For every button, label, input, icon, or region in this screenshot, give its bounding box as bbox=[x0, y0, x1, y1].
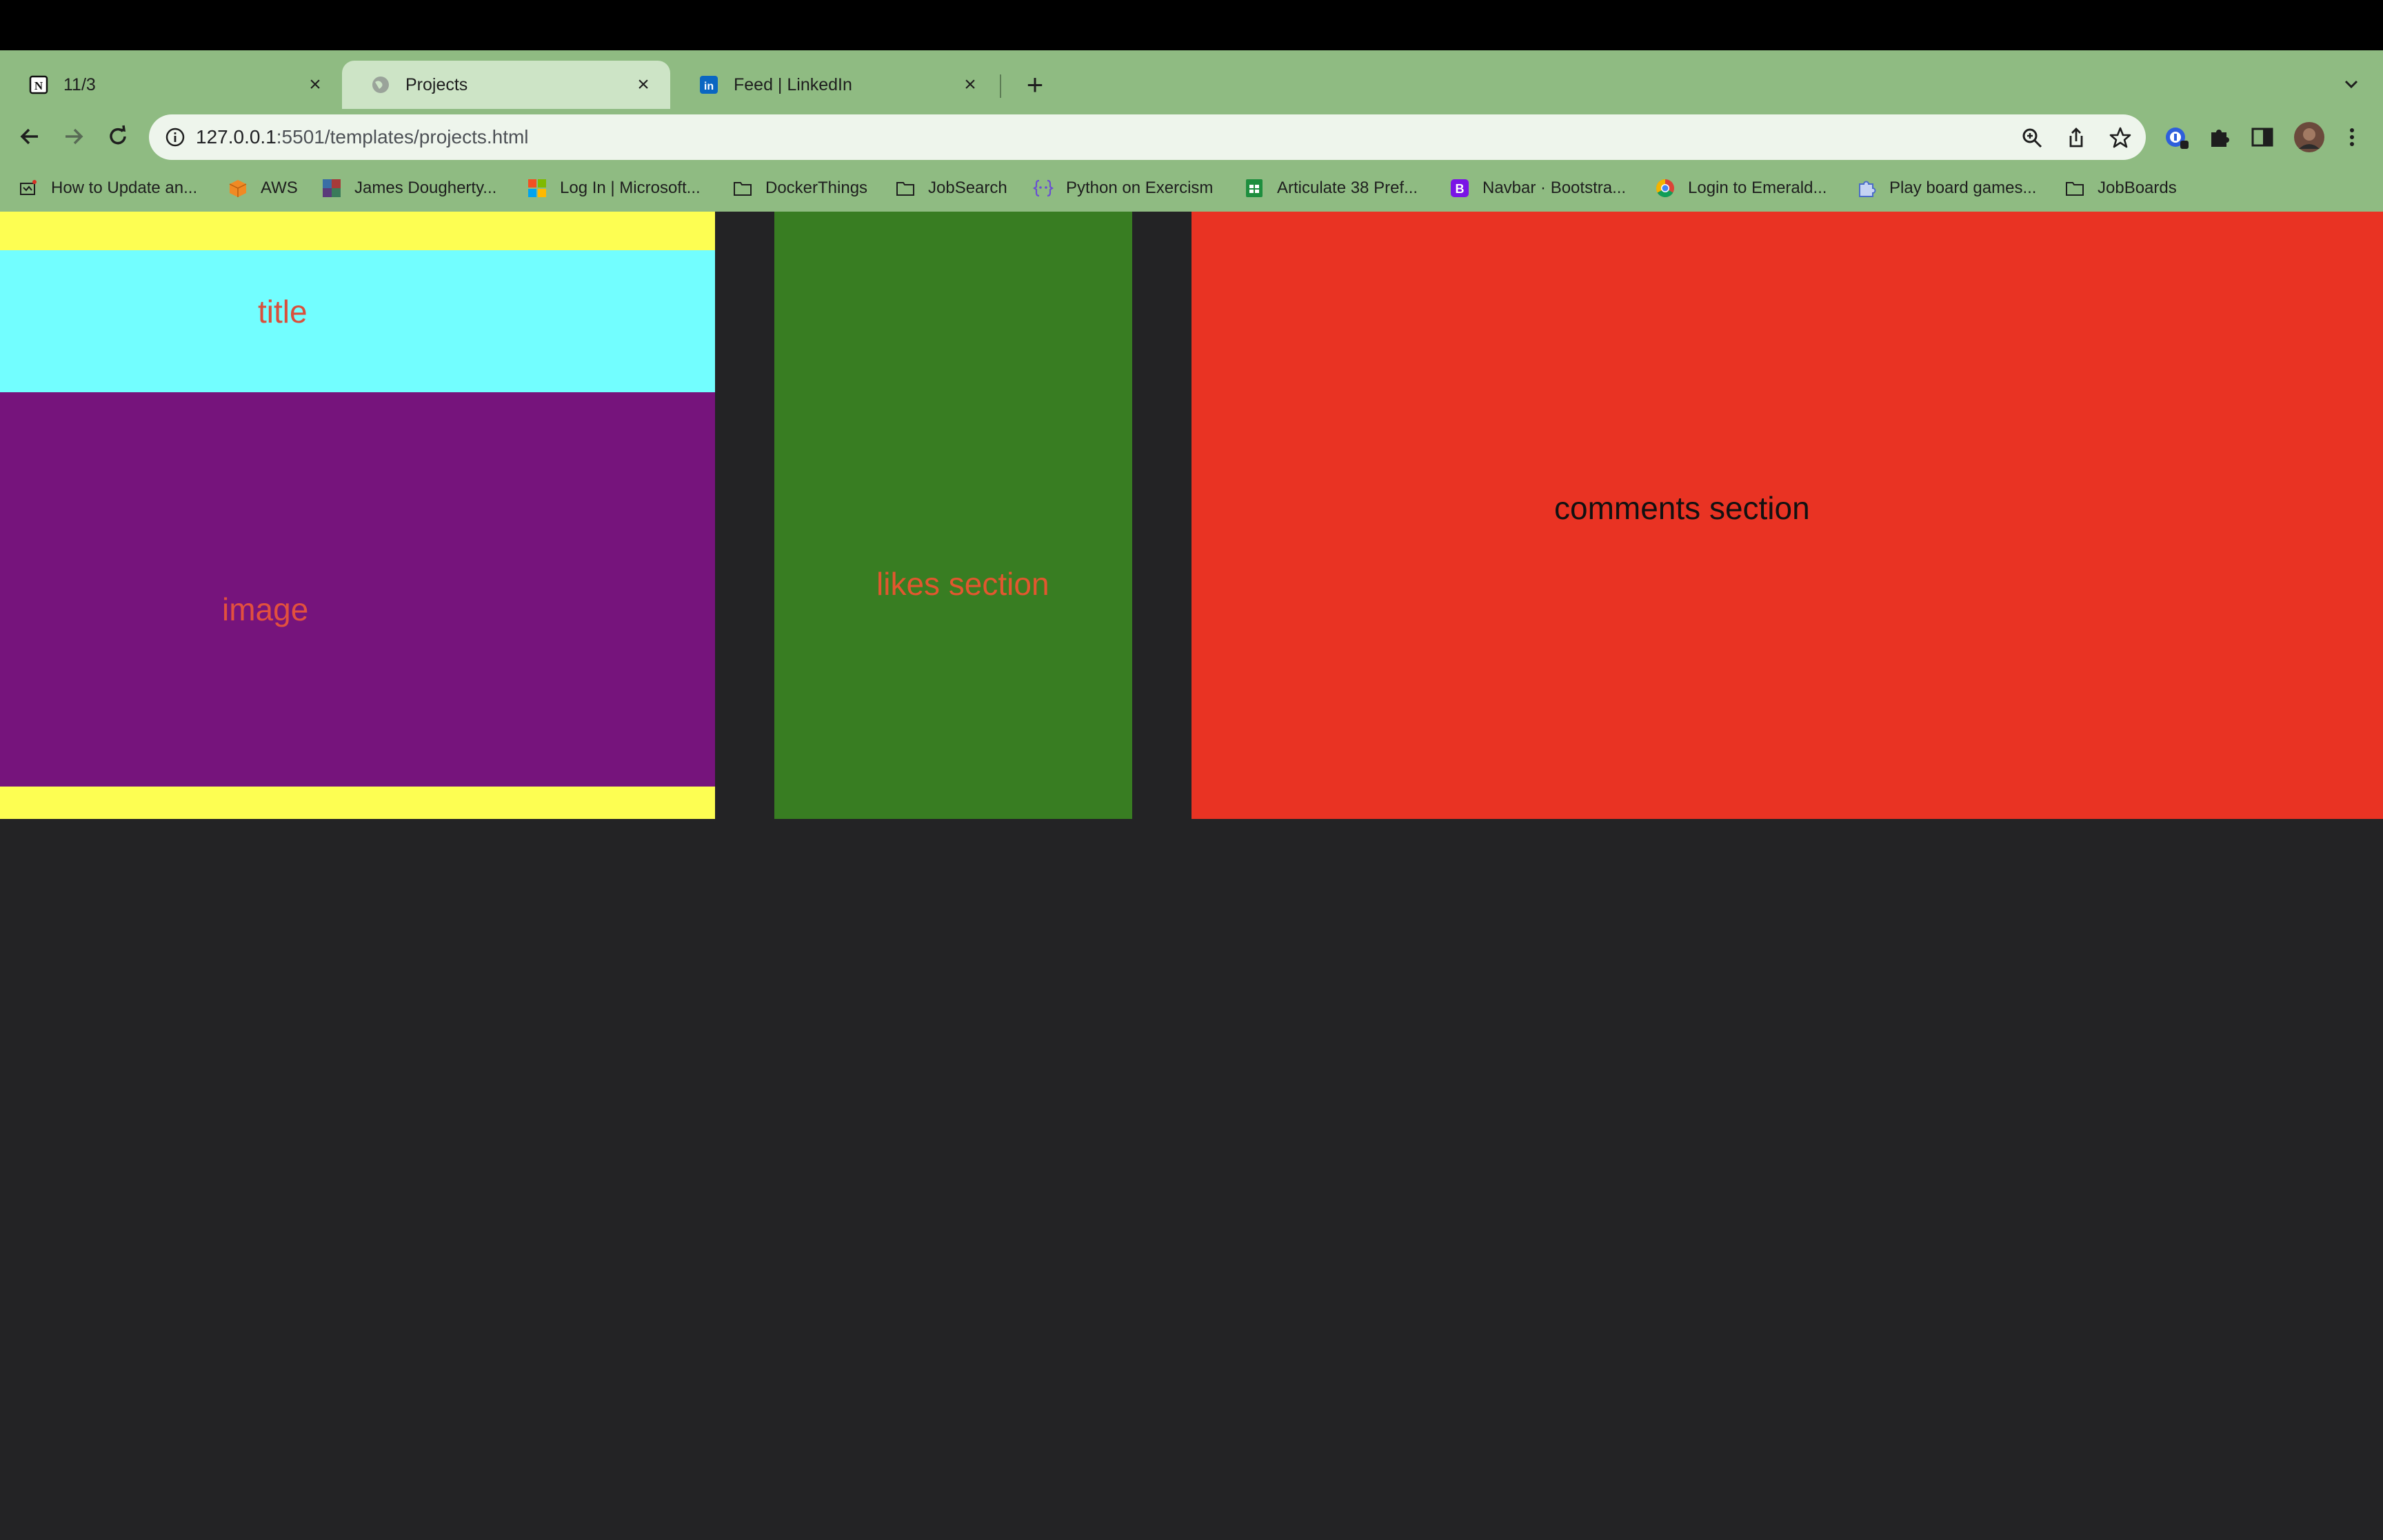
bookmark-label: James Dougherty... bbox=[354, 179, 497, 197]
bookmark-item[interactable]: Articulate 38 Pref... bbox=[1244, 174, 1418, 203]
sheets-icon bbox=[1244, 178, 1265, 199]
likes-label: likes section bbox=[876, 566, 1049, 602]
globe-icon bbox=[370, 74, 392, 96]
image-label: image bbox=[222, 591, 309, 627]
image-section: image bbox=[0, 392, 715, 787]
bookmark-page-icon bbox=[18, 178, 39, 199]
more-menu-icon[interactable] bbox=[2339, 124, 2365, 150]
project-card: title image bbox=[0, 212, 715, 819]
bookmark-folder[interactable]: DockerThings bbox=[732, 174, 867, 203]
bookmark-label: Login to Emerald... bbox=[1688, 179, 1827, 197]
comments-label: comments section bbox=[1554, 490, 1810, 526]
bookmark-item[interactable]: Login to Emerald... bbox=[1655, 174, 1827, 203]
bookmark-label: DockerThings bbox=[765, 179, 868, 197]
puzzle-piece-icon bbox=[1856, 178, 1877, 199]
title-label: title bbox=[258, 294, 308, 330]
folder-icon bbox=[2064, 178, 2085, 199]
notion-icon: N bbox=[28, 74, 50, 96]
url-path: :5501/templates/projects.html bbox=[276, 126, 529, 148]
likes-section: likes section bbox=[774, 212, 1132, 819]
close-icon[interactable]: × bbox=[305, 74, 325, 95]
reload-icon bbox=[110, 125, 126, 145]
bookmark-item[interactable]: James Dougherty... bbox=[321, 174, 496, 203]
folder-icon bbox=[895, 178, 916, 199]
puzzle-piece-icon[interactable] bbox=[2206, 124, 2233, 150]
info-icon[interactable] bbox=[164, 126, 186, 148]
microsoft-icon bbox=[527, 178, 547, 199]
url-host: 127.0.0.1 bbox=[196, 126, 276, 148]
bookmark-label: Navbar · Bootstra... bbox=[1482, 179, 1627, 197]
zoom-icon[interactable] bbox=[2020, 126, 2044, 150]
page-viewport: title image likes section comments secti… bbox=[0, 212, 2383, 1540]
bookmark-item[interactable]: Log In | Microsoft... bbox=[527, 174, 701, 203]
comments-section: comments section bbox=[1192, 212, 2383, 819]
side-panel-icon[interactable] bbox=[2249, 124, 2275, 150]
svg-text:in: in bbox=[704, 81, 714, 92]
bookmark-folder[interactable]: JobSearch bbox=[895, 174, 1007, 203]
back-button[interactable] bbox=[14, 121, 46, 152]
url-text[interactable]: 127.0.0.1:5501/templates/projects.html bbox=[196, 126, 529, 148]
bookmark-item[interactable]: B Navbar · Bootstra... bbox=[1449, 174, 1626, 203]
bootstrap-icon: B bbox=[1449, 178, 1470, 199]
tab-search-button[interactable] bbox=[2337, 70, 2365, 98]
tab-projects[interactable]: Projects × bbox=[342, 61, 670, 109]
bookmark-label: How to Update an... bbox=[51, 179, 198, 197]
tab-linkedin[interactable]: in Feed | LinkedIn × bbox=[670, 61, 997, 109]
bookmark-item[interactable]: Play board games... bbox=[1856, 174, 2036, 203]
bookmarks-bar: How to Update an... AWS James Dougherty.… bbox=[0, 174, 2383, 203]
chrome-icon bbox=[1655, 178, 1676, 199]
bookmark-item[interactable]: AWS bbox=[228, 174, 298, 203]
tab-label: Feed | LinkedIn bbox=[734, 74, 852, 94]
bookmark-label: Python on Exercism bbox=[1066, 179, 1214, 197]
arrow-left-icon bbox=[20, 128, 38, 145]
tab-notion[interactable]: N 11/3 × bbox=[0, 61, 342, 109]
bookmark-folder[interactable]: JobBoards bbox=[2064, 174, 2177, 203]
forward-button[interactable] bbox=[58, 121, 90, 152]
window-top-bar bbox=[0, 0, 2383, 50]
bookmark-label: Articulate 38 Pref... bbox=[1277, 179, 1418, 197]
password-manager-icon[interactable] bbox=[2164, 124, 2190, 150]
exercism-icon bbox=[1033, 178, 1054, 199]
bookmark-label: JobBoards bbox=[2098, 179, 2177, 197]
share-icon[interactable] bbox=[2064, 126, 2088, 150]
close-icon[interactable]: × bbox=[960, 74, 981, 95]
reload-button[interactable] bbox=[102, 121, 134, 152]
profile-avatar-icon[interactable] bbox=[2293, 121, 2325, 153]
bookmark-label: JobSearch bbox=[928, 179, 1007, 197]
address-bar[interactable]: 127.0.0.1:5501/templates/projects.html bbox=[149, 114, 2146, 160]
bookmark-item[interactable]: Python on Exercism bbox=[1033, 174, 1213, 203]
tab-separator bbox=[1000, 74, 1001, 98]
new-tab-button[interactable]: + bbox=[1018, 68, 1052, 102]
bookmark-label: AWS bbox=[261, 179, 298, 197]
bookmark-label: Play board games... bbox=[1889, 179, 2037, 197]
bookmark-image-icon bbox=[321, 178, 342, 199]
tab-label: Projects bbox=[405, 74, 468, 94]
star-icon[interactable] bbox=[2109, 126, 2132, 150]
bookmark-item[interactable]: How to Update an... bbox=[18, 174, 197, 203]
close-icon[interactable]: × bbox=[633, 74, 654, 95]
svg-text:N: N bbox=[34, 79, 43, 92]
title-section: title bbox=[0, 250, 715, 392]
folder-icon bbox=[732, 178, 753, 199]
tab-label: 11/3 bbox=[63, 74, 96, 94]
arrow-right-icon bbox=[66, 128, 83, 145]
aws-cube-icon bbox=[228, 178, 248, 199]
bookmark-label: Log In | Microsoft... bbox=[560, 179, 701, 197]
linkedin-icon: in bbox=[698, 74, 720, 96]
chevron-down-icon bbox=[2344, 80, 2358, 89]
svg-text:B: B bbox=[1456, 182, 1465, 196]
